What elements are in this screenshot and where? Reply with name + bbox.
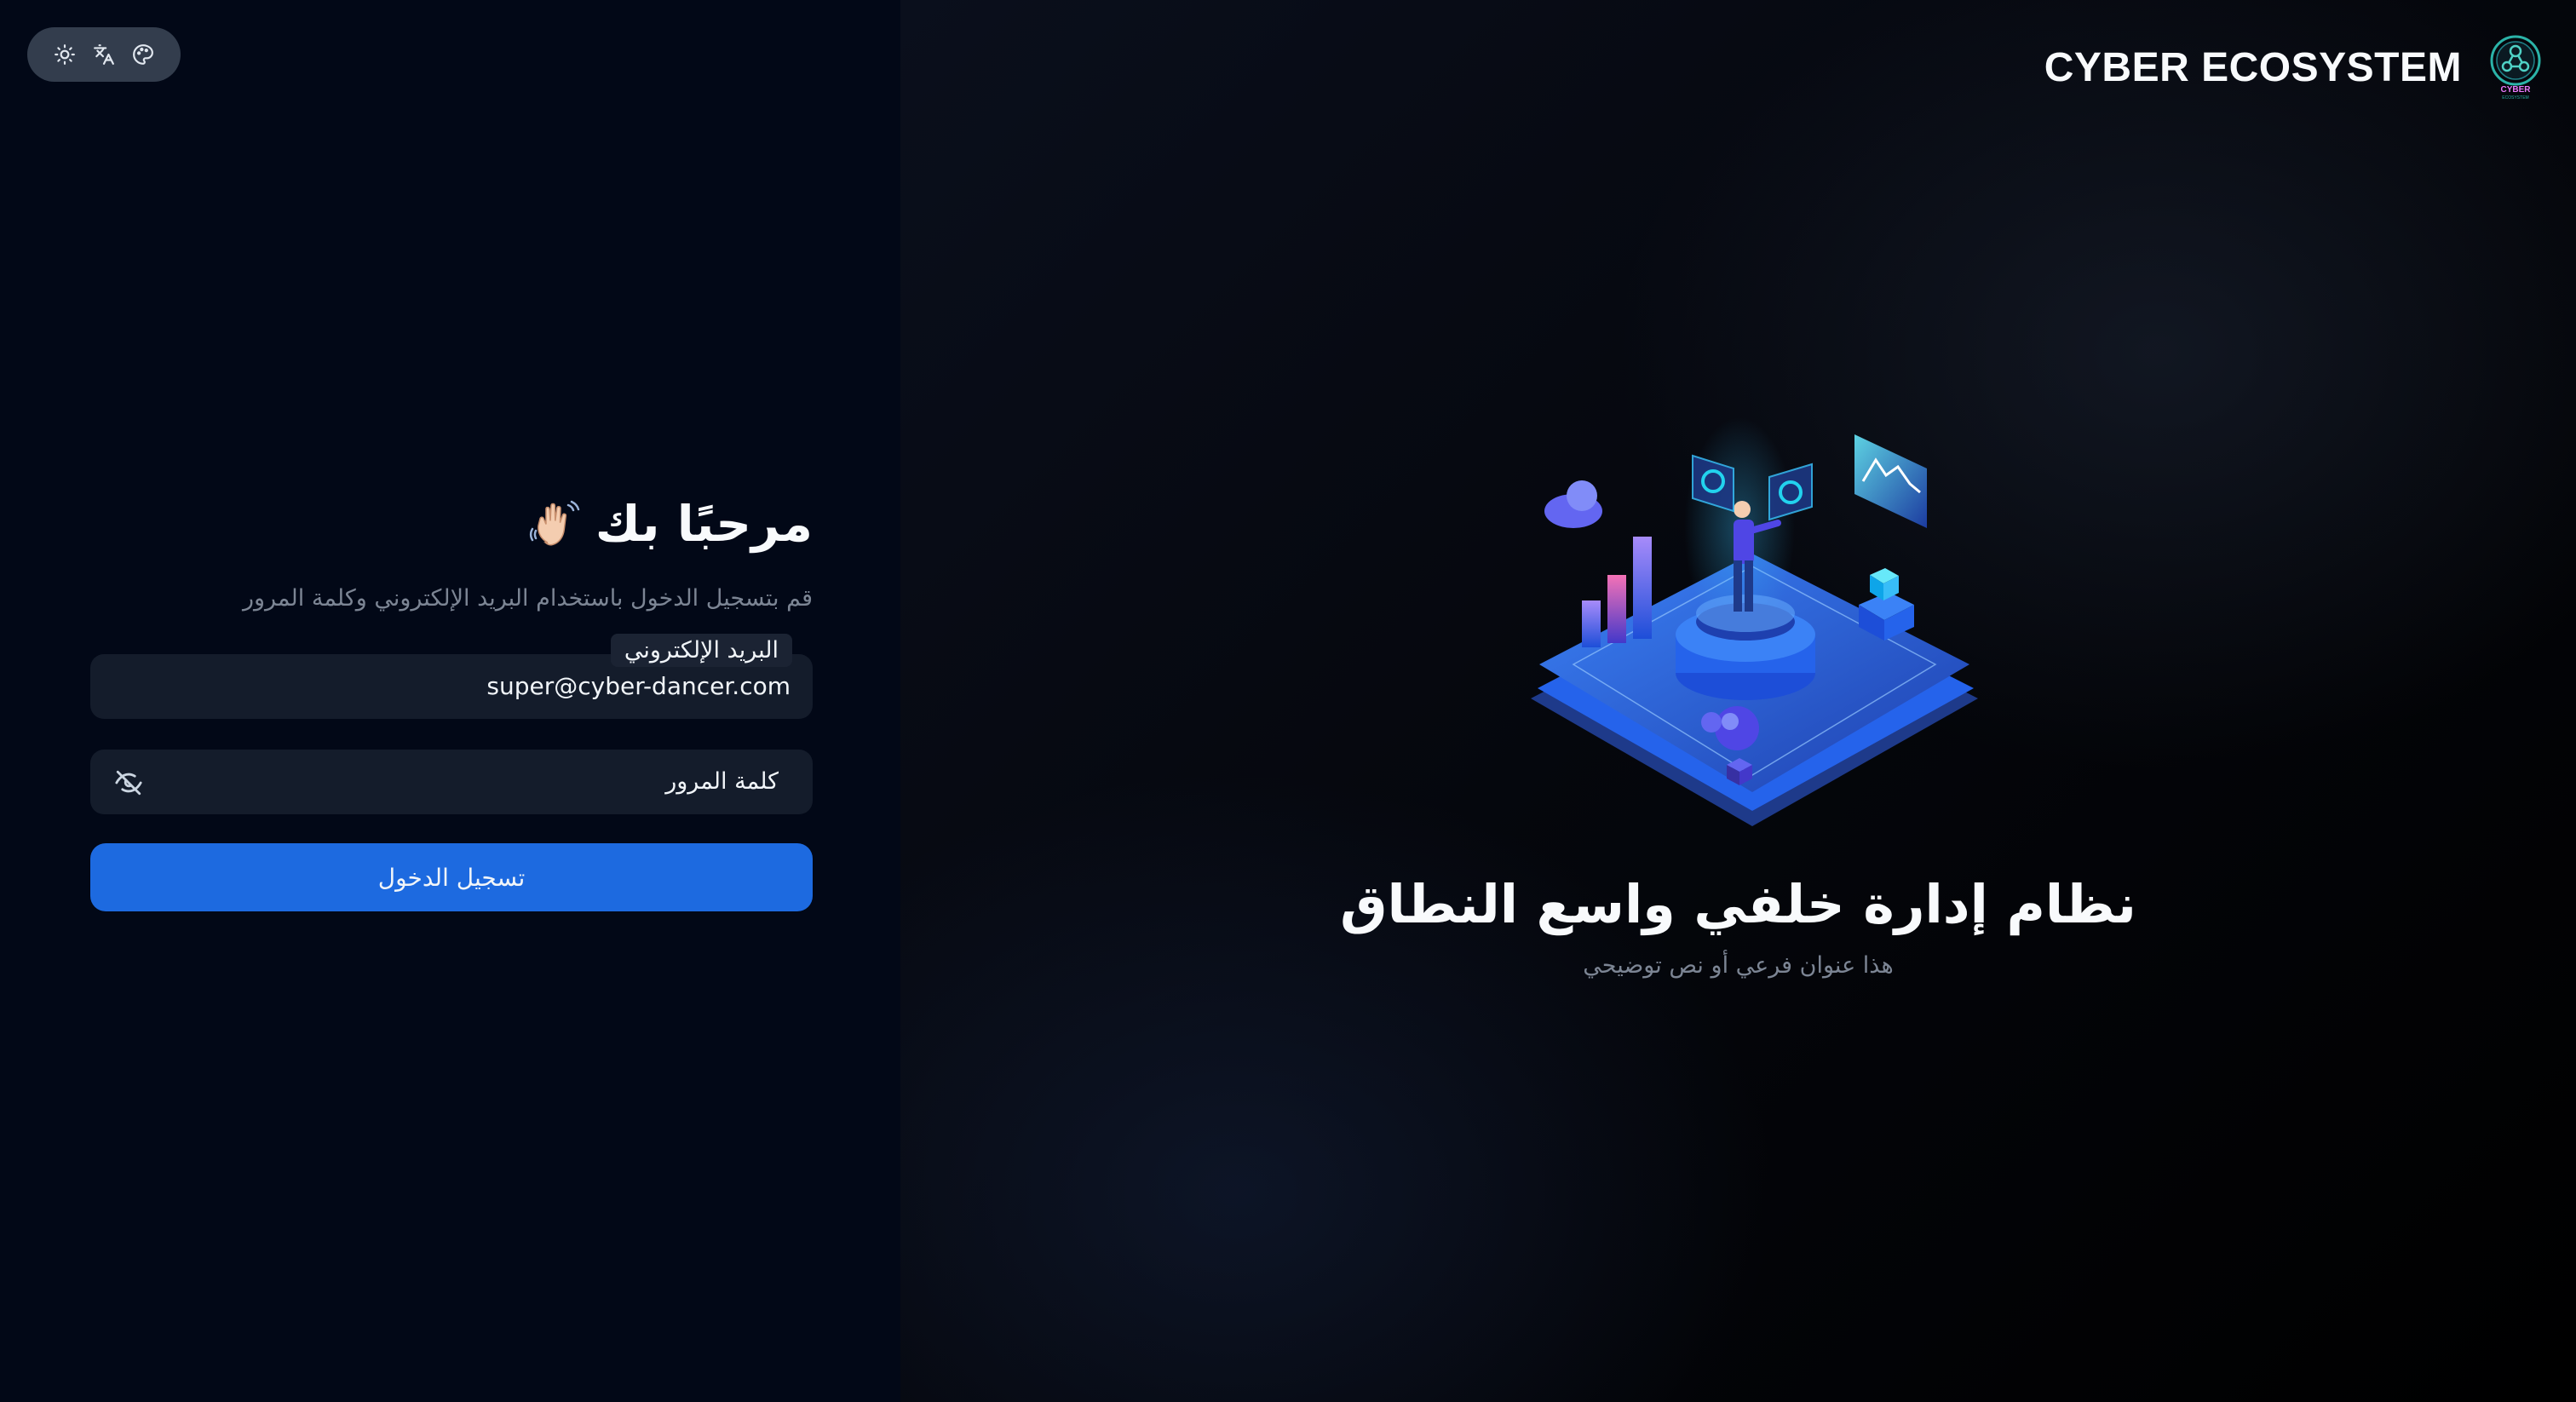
theme-color-button[interactable] xyxy=(129,41,157,68)
login-button[interactable]: تسجيل الدخول xyxy=(90,843,813,911)
theme-toggle-button[interactable] xyxy=(51,41,78,68)
welcome-heading: مرحبًا بك xyxy=(90,490,813,558)
welcome-subtitle: قم بتسجيل الدخول باستخدام البريد الإلكتر… xyxy=(242,585,813,612)
brand-logo-text: CYBER xyxy=(2500,85,2531,95)
waving-hand-icon xyxy=(529,500,580,546)
login-panel: مرحبًا بك قم بتسجيل الدخول باستخدام البر… xyxy=(0,0,900,1402)
sun-icon xyxy=(55,44,75,65)
hero-illustration xyxy=(1531,417,1978,826)
brand-logo-subtext: ECOSYSTEM xyxy=(2502,95,2528,101)
brand-logo: CYBER ECOSYSTEM xyxy=(2490,35,2541,101)
password-field[interactable]: كلمة المرور xyxy=(90,750,813,814)
brand-name: CYBER ECOSYSTEM xyxy=(2044,44,2462,90)
brand: CYBER ECOSYSTEM CYBER ECOSYSTEM xyxy=(2044,34,2542,101)
welcome-title: مرحبًا بك xyxy=(595,495,813,553)
toggle-password-visibility-button[interactable] xyxy=(114,768,143,797)
login-form: مرحبًا بك قم بتسجيل الدخول باستخدام البر… xyxy=(90,490,813,911)
language-button[interactable] xyxy=(90,41,118,68)
preferences-toolbar xyxy=(27,27,181,82)
palette-icon xyxy=(133,44,153,65)
hero-panel: CYBER ECOSYSTEM CYBER ECOSYSTEM نظام إدا… xyxy=(900,0,2576,1402)
password-input[interactable]: كلمة المرور xyxy=(665,750,779,814)
email-field[interactable]: البريد الإلكتروني super@cyber-dancer.com xyxy=(90,634,813,719)
eye-off-icon xyxy=(115,770,142,796)
hero-title: نظام إدارة خلفي واسع النطاق xyxy=(1340,873,2136,935)
hero-subtitle: هذا عنوان فرعي أو نص توضيحي xyxy=(1583,952,1894,979)
email-input[interactable]: super@cyber-dancer.com xyxy=(486,654,791,719)
login-page: مرحبًا بك قم بتسجيل الدخول باستخدام البر… xyxy=(0,0,2576,1402)
translate-icon xyxy=(94,44,114,65)
